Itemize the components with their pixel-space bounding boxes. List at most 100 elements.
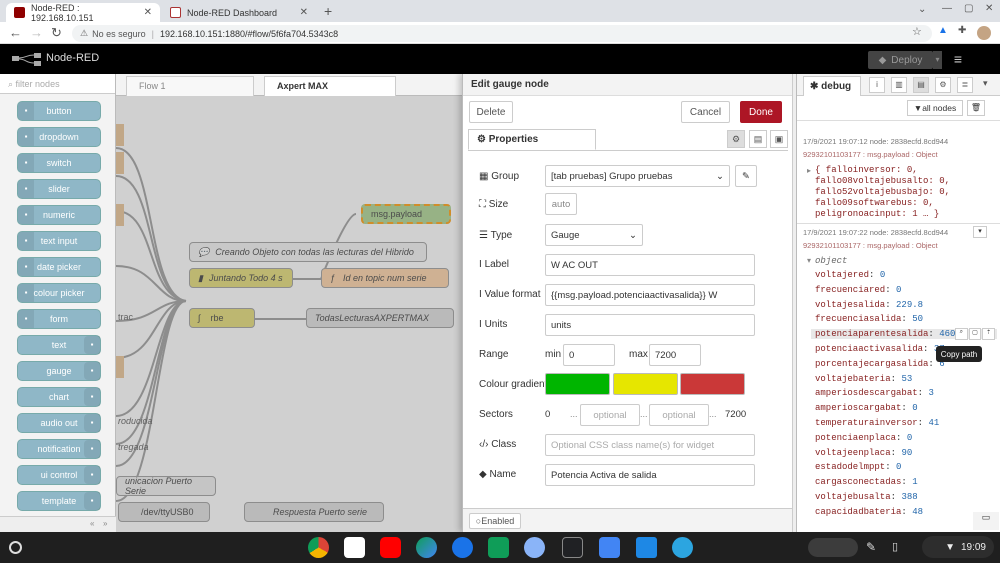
debug-property[interactable]: voltajebusalta: 388 xyxy=(815,492,918,502)
debug-property[interactable]: voltajesalida: 229.8 xyxy=(815,300,923,310)
pen-icon[interactable]: ✎ xyxy=(866,540,876,554)
debug-property[interactable]: temperaturainversor: 41 xyxy=(815,418,939,428)
value-format-input[interactable]: {{msg.payload.potenciaactivasalida}} W xyxy=(545,284,755,306)
gmail-icon[interactable] xyxy=(344,537,365,558)
colour-swatch-low[interactable] xyxy=(545,373,610,395)
gear-icon[interactable]: ⚙ xyxy=(727,130,745,148)
type-select[interactable]: Gauge ⌄ xyxy=(545,224,643,246)
collapse-left-icon[interactable]: « xyxy=(90,519,94,528)
forward-icon[interactable]: → xyxy=(30,25,43,40)
debug-property[interactable]: amperiosdescargabat: 3 xyxy=(815,388,934,398)
cancel-button[interactable]: Cancel xyxy=(681,101,730,123)
copy-value-icon[interactable]: ▢ xyxy=(968,328,982,340)
colour-swatch-mid[interactable] xyxy=(613,373,678,395)
debug-property[interactable]: frecuenciasalida: 50 xyxy=(815,314,923,324)
range-max-input[interactable]: 7200 xyxy=(649,344,701,366)
size-button[interactable]: auto xyxy=(545,193,577,215)
sheets-icon[interactable] xyxy=(488,537,509,558)
palette-node-audio-out[interactable]: ▪ audio out xyxy=(18,414,100,432)
star-icon[interactable]: ☆ xyxy=(912,25,922,38)
browser-tab-dashboard[interactable]: Node-RED Dashboard ✕ xyxy=(162,3,316,22)
weather-icon[interactable] xyxy=(524,537,545,558)
deploy-dropdown-button[interactable]: ▾ xyxy=(933,51,942,69)
minimize-icon[interactable]: — xyxy=(942,3,952,14)
close-window-icon[interactable]: ✕ xyxy=(985,3,993,14)
back-icon[interactable]: ← xyxy=(9,25,22,40)
done-button[interactable]: Done xyxy=(740,101,782,123)
debug-property[interactable]: voltajered: 0 xyxy=(815,270,885,280)
pin-icon[interactable]: ⇡ xyxy=(982,328,996,340)
colour-swatch-high[interactable] xyxy=(680,373,745,395)
chevron-down-icon[interactable]: ▾ xyxy=(973,226,987,238)
tab-debug[interactable]: ✱ debug xyxy=(803,76,861,96)
palette-node-slider[interactable]: ▪ slider xyxy=(18,180,100,198)
units-input[interactable]: units xyxy=(545,314,755,336)
trash-icon[interactable]: 🗑 xyxy=(967,100,985,116)
chevron-down-icon[interactable]: ▾ xyxy=(983,78,988,89)
enabled-toggle[interactable]: ○ Enabled xyxy=(469,513,521,529)
tab-axpert-max[interactable]: Axpert MAX xyxy=(264,76,396,96)
debug-property[interactable]: voltajebateria: 53 xyxy=(815,374,912,384)
hamburger-icon[interactable]: ≡ xyxy=(943,51,973,69)
filter-button[interactable]: ▼ all nodes xyxy=(907,100,963,116)
debug-property[interactable]: amperioscargabat: 0 xyxy=(815,403,918,413)
palette-node-form[interactable]: ▪ form xyxy=(18,310,100,328)
range-min-input[interactable]: 0 xyxy=(563,344,615,366)
palette-node-switch[interactable]: ▪ switch xyxy=(18,154,100,172)
extensions-icon[interactable]: ✚ xyxy=(958,25,966,36)
palette-node-template[interactable]: ▪ template xyxy=(18,492,100,510)
caret-right-icon[interactable]: ▸ xyxy=(807,166,811,175)
book-icon[interactable]: ▥ xyxy=(891,77,907,93)
description-icon[interactable]: ▤ xyxy=(749,130,767,148)
delete-button[interactable]: Delete xyxy=(469,101,513,123)
new-tab-button[interactable]: + xyxy=(324,3,332,19)
copy-path-icon[interactable]: ⌕ xyxy=(955,328,968,340)
drive-extension-icon[interactable]: ▲ xyxy=(938,25,948,36)
appearance-icon[interactable]: ▣ xyxy=(770,130,788,148)
sector-2-input[interactable]: optional xyxy=(649,404,709,426)
palette-node-text-input[interactable]: ▪ text input xyxy=(18,232,100,250)
url-text[interactable]: 192.168.10.151:1880/#flow/5f6fa704.5343c… xyxy=(160,29,338,39)
deploy-button[interactable]: ◆ Deploy xyxy=(868,51,933,69)
vm-icon[interactable] xyxy=(636,537,657,558)
chrome-icon[interactable] xyxy=(308,537,329,558)
palette-node-dropdown[interactable]: ▪ dropdown xyxy=(18,128,100,146)
close-icon[interactable]: ✕ xyxy=(300,7,308,18)
sector-1-input[interactable]: optional xyxy=(580,404,640,426)
debug-property[interactable]: estadodelmppt: 0 xyxy=(815,462,901,472)
label-input[interactable]: W AC OUT xyxy=(545,254,755,276)
caret-down-icon[interactable]: ▾ xyxy=(807,256,811,265)
phone-icon[interactable]: ▯ xyxy=(892,540,898,553)
debug-property[interactable]: capacidadbateria: 48 xyxy=(815,507,923,517)
status-tray[interactable]: ▼ 19:09 xyxy=(922,536,994,558)
palette-node-button[interactable]: ▪ button xyxy=(18,102,100,120)
play-store-icon[interactable] xyxy=(416,537,437,558)
edit-group-button[interactable]: ✎ xyxy=(735,165,757,187)
window-icon[interactable]: ▭ xyxy=(973,512,999,530)
debug-property[interactable]: voltajeenplaca: 90 xyxy=(815,448,912,458)
palette-node-chart[interactable]: ▪ chart xyxy=(18,388,100,406)
tote-icon[interactable] xyxy=(808,538,858,557)
maximize-icon[interactable]: ▢ xyxy=(964,3,973,14)
palette-node-ui-control[interactable]: ▪ ui control xyxy=(18,466,100,484)
youtube-icon[interactable] xyxy=(380,537,401,558)
palette-node-colour-picker[interactable]: ▪ colour picker xyxy=(18,284,100,302)
telegram-icon[interactable] xyxy=(672,537,693,558)
launcher-icon[interactable] xyxy=(9,541,22,554)
debug-property[interactable]: frecuenciared: 0 xyxy=(815,285,901,295)
group-select[interactable]: [tab pruebas] Grupo pruebas ⌄ xyxy=(545,165,730,187)
debug-property[interactable]: potenciaactivasalida: 37 xyxy=(815,344,945,354)
debug-property[interactable]: porcentajecargasalida: 6 xyxy=(815,359,945,369)
tab-flow-1[interactable]: Flow 1 xyxy=(126,76,254,96)
close-icon[interactable]: ✕ xyxy=(144,7,152,18)
reload-icon[interactable]: ↻ xyxy=(51,25,62,41)
dashboard-icon[interactable]: ▤ xyxy=(913,77,929,93)
palette-search[interactable]: ⌕ filter nodes xyxy=(0,74,115,94)
chevron-down-icon[interactable]: ⌄ xyxy=(918,4,926,15)
avatar[interactable] xyxy=(977,26,991,40)
gear-icon[interactable]: ⚙ xyxy=(935,77,951,93)
name-input[interactable]: Potencia Activa de salida xyxy=(545,464,755,486)
tab-properties[interactable]: ⚙ Properties xyxy=(468,129,596,150)
palette-node-date-picker[interactable]: ▪ date picker xyxy=(18,258,100,276)
folder-icon[interactable] xyxy=(599,537,620,558)
